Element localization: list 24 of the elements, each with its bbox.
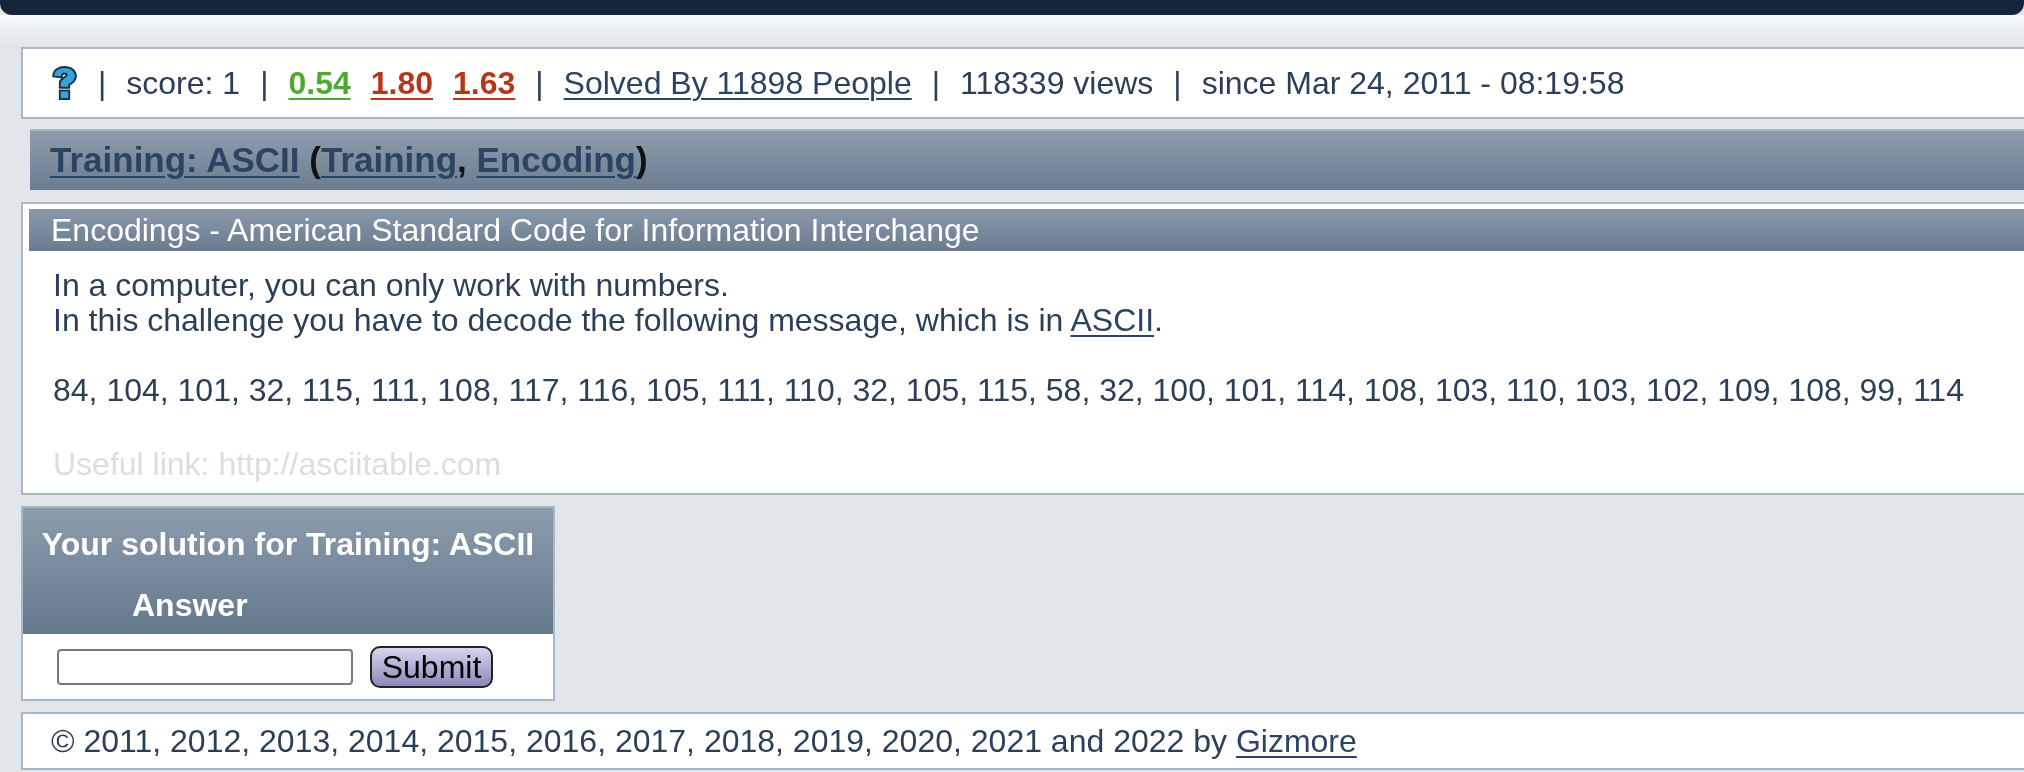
separator: | bbox=[260, 64, 269, 103]
rating-link[interactable]: 1.80 bbox=[370, 59, 433, 107]
encoded-message: 84, 104, 101, 32, 115, 111, 108, 117, 116, 105, 111, 110, 32, 105, 115, 58, 32, 100, 101, 114, 108, 103, 110, 103, 102, 109, 108, 99, 114 bbox=[53, 373, 1964, 408]
answer-input[interactable] bbox=[57, 648, 353, 685]
answer-label: Answer bbox=[132, 588, 248, 623]
separator: | bbox=[1173, 64, 1182, 103]
stat-text: since Mar 24, 2011 - 08:19:58 bbox=[1201, 64, 1625, 103]
help-icon[interactable] bbox=[51, 66, 78, 100]
stat-text: score: 1 bbox=[126, 64, 241, 103]
author-link[interactable]: Gizmore bbox=[1235, 723, 1357, 759]
submit-button[interactable]: Submit bbox=[370, 645, 493, 688]
separator: | bbox=[931, 64, 941, 103]
separator: | bbox=[535, 64, 544, 103]
challenge-title: Training: ASCII (Training, Encoding) bbox=[50, 139, 648, 182]
copyright-text: © 2011, 2012, 2013, 2014, 2015, 2016, 2017, 2018, 2019, 2020, 2021 and 2022 by Gizmore bbox=[51, 722, 1357, 761]
solved-link[interactable]: Solved By 11898 People bbox=[563, 59, 912, 107]
separator: | bbox=[98, 64, 107, 103]
rating-link[interactable]: 1.63 bbox=[453, 59, 516, 107]
solution-title: Your solution for Training: ASCII bbox=[41, 527, 535, 562]
stat-text: 118339 views bbox=[960, 64, 1154, 103]
inline-link[interactable]: ASCII bbox=[1070, 302, 1155, 338]
challenge-description: In a computer, you can only work with numbers. In this challenge you have to decode the following message, which is in ASCII. bbox=[53, 268, 1163, 338]
panel-header: Encodings - American Standard Code for Information Interchange bbox=[29, 209, 2024, 251]
rating-link[interactable]: 0.54 bbox=[288, 59, 351, 107]
